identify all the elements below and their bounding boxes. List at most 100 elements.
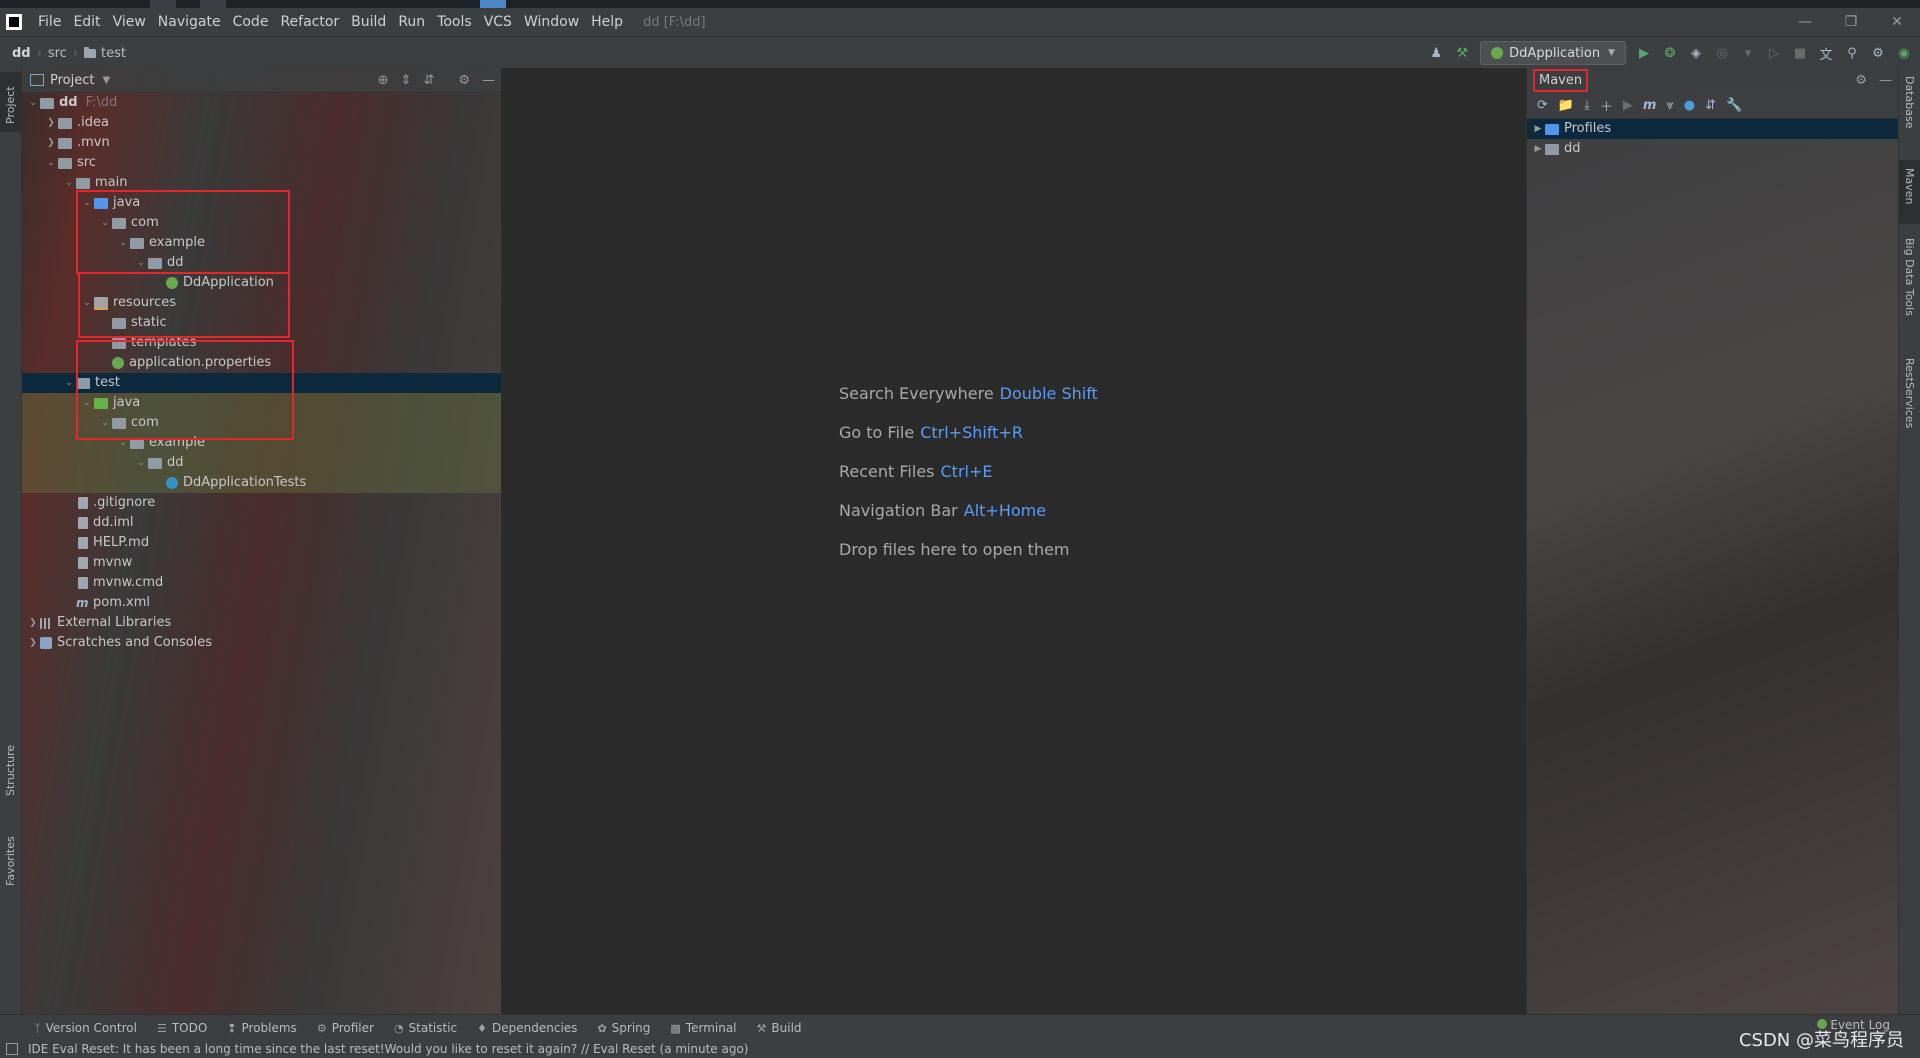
- chevron-down-icon[interactable]: ⌄: [98, 413, 112, 433]
- chevron-down-icon[interactable]: ⌄: [26, 93, 40, 113]
- intellij-logo-icon[interactable]: [6, 14, 22, 30]
- chevron-down-icon[interactable]: ⌄: [80, 193, 94, 213]
- coverage-icon[interactable]: ◈: [1688, 45, 1704, 61]
- tree-row[interactable]: ❯application.properties: [22, 353, 501, 373]
- tree-row[interactable]: ❯ .idea: [22, 113, 501, 133]
- chevron-down-icon[interactable]: ⌄: [80, 293, 94, 313]
- restore-icon[interactable]: ❐: [1828, 8, 1874, 36]
- tree-row[interactable]: ⌄ dd F:\dd: [22, 93, 501, 113]
- hide-icon[interactable]: —: [482, 73, 495, 88]
- tree-row[interactable]: ❯templates: [22, 333, 501, 353]
- menu-code[interactable]: Code: [227, 8, 275, 36]
- tree-row[interactable]: ⌄ resources: [22, 293, 501, 313]
- tree-row[interactable]: ❯mvnw: [22, 553, 501, 573]
- chevron-down-icon[interactable]: ⌄: [80, 393, 94, 413]
- chevron-down-icon[interactable]: ⌄: [134, 453, 148, 473]
- search-icon[interactable]: ⚲: [1844, 45, 1860, 61]
- chevron-down-icon[interactable]: ⌄: [116, 433, 130, 453]
- tab-problems[interactable]: ❢ Problems: [227, 1021, 297, 1035]
- collapse-all-icon[interactable]: ⇵: [423, 73, 434, 88]
- run-configuration-select[interactable]: DdApplication ▼: [1480, 41, 1626, 65]
- chevron-down-icon[interactable]: ⌄: [98, 213, 112, 233]
- tree-row[interactable]: ❯static: [22, 313, 501, 333]
- chevron-right-icon[interactable]: ▶: [1531, 119, 1545, 139]
- menu-edit[interactable]: Edit: [67, 8, 106, 36]
- build-hammer-icon[interactable]: ⚒: [1454, 45, 1470, 61]
- big-data-tools-label[interactable]: Big Data Tools: [1903, 238, 1916, 316]
- stop-icon[interactable]: ■: [1792, 45, 1808, 61]
- tree-row[interactable]: ⌄ example: [22, 433, 501, 453]
- menu-vcs[interactable]: VCS: [478, 8, 518, 36]
- debug-icon[interactable]: ❂: [1662, 45, 1678, 61]
- status-toggle-icon[interactable]: [6, 1043, 18, 1055]
- reload-icon[interactable]: ⟳: [1537, 98, 1548, 113]
- tree-row[interactable]: ❯.gitignore: [22, 493, 501, 513]
- chevron-right-icon[interactable]: ❯: [26, 633, 40, 653]
- menu-tools[interactable]: Tools: [431, 8, 478, 36]
- maven-tree-item[interactable]: ▶ dd: [1527, 139, 1900, 159]
- chevron-right-icon[interactable]: ❯: [44, 133, 58, 153]
- project-view-selector[interactable]: Project ▼: [30, 73, 110, 88]
- download-icon[interactable]: ⤓: [1584, 98, 1590, 113]
- chevron-right-icon[interactable]: ▶: [1531, 139, 1545, 159]
- settings-gear-icon[interactable]: ⚙: [1870, 45, 1886, 61]
- tab-spring[interactable]: ✿ Spring: [597, 1021, 650, 1035]
- tree-row[interactable]: ⌄ example: [22, 233, 501, 253]
- resume-icon[interactable]: ▷: [1766, 45, 1782, 61]
- maven-goal-icon[interactable]: m: [1643, 98, 1657, 113]
- tree-row[interactable]: ❯ External Libraries: [22, 613, 501, 633]
- tab-statistic[interactable]: ◔ Statistic: [394, 1021, 457, 1035]
- editor-area[interactable]: Search Everywhere Double Shift Go to File…: [502, 68, 1526, 1014]
- menu-view[interactable]: View: [107, 8, 152, 36]
- tab-todo[interactable]: ☰ TODO: [157, 1021, 207, 1035]
- tree-row[interactable]: ❯ .mvn: [22, 133, 501, 153]
- tree-row[interactable]: ❯mvnw.cmd: [22, 573, 501, 593]
- tab-build[interactable]: ⚒ Build: [757, 1021, 802, 1035]
- menu-file[interactable]: File: [32, 8, 67, 36]
- tree-row[interactable]: ❯ Scratches and Consoles: [22, 633, 501, 653]
- tree-row[interactable]: ⌄ com: [22, 213, 501, 233]
- menu-navigate[interactable]: Navigate: [152, 8, 227, 36]
- tab-profiler[interactable]: ⚙ Profiler: [317, 1021, 374, 1035]
- tree-row[interactable]: ⌄ java: [22, 193, 501, 213]
- project-tool-button[interactable]: Project: [0, 72, 21, 132]
- chevron-right-icon[interactable]: ❯: [26, 613, 40, 633]
- tree-row[interactable]: ⌄ com: [22, 413, 501, 433]
- chevron-down-icon[interactable]: ⌄: [62, 373, 76, 393]
- run-icon[interactable]: ▶: [1636, 45, 1652, 61]
- skip-tests-icon[interactable]: ●: [1684, 98, 1695, 113]
- tree-row[interactable]: ⌄ src: [22, 153, 501, 173]
- tree-row[interactable]: ❯HELP.md: [22, 533, 501, 553]
- maven-tree-item[interactable]: ▶ Profiles: [1527, 119, 1900, 139]
- chevron-down-icon[interactable]: ⌄: [62, 173, 76, 193]
- tree-row[interactable]: ⌄ main: [22, 173, 501, 193]
- wrench-icon[interactable]: 🔧: [1726, 98, 1742, 113]
- rest-services-label[interactable]: RestServices: [1903, 358, 1916, 428]
- gear-icon[interactable]: ⚙: [1855, 73, 1867, 88]
- menu-refactor[interactable]: Refactor: [274, 8, 345, 36]
- tree-row[interactable]: ❯DdApplication: [22, 273, 501, 293]
- taskbar-tab[interactable]: [200, 0, 226, 8]
- gear-icon[interactable]: ⚙: [458, 73, 470, 88]
- tab-terminal[interactable]: ▩ Terminal: [670, 1021, 736, 1035]
- tree-row[interactable]: ❯DdApplicationTests: [22, 473, 501, 493]
- hide-icon[interactable]: —: [1879, 73, 1892, 88]
- chevron-down-icon[interactable]: ⌄: [134, 253, 148, 273]
- minimize-icon[interactable]: —: [1782, 8, 1828, 36]
- menu-window[interactable]: Window: [518, 8, 585, 36]
- collapse-all-icon[interactable]: ⇵: [1705, 98, 1716, 113]
- toggle-offline-icon[interactable]: ⩔: [1666, 98, 1673, 113]
- tree-row[interactable]: ⌄ dd: [22, 253, 501, 273]
- breadcrumb-project[interactable]: dd: [12, 46, 31, 61]
- close-icon[interactable]: ✕: [1874, 8, 1920, 36]
- tree-row[interactable]: ⌄ test: [22, 373, 501, 393]
- breadcrumb-src[interactable]: src: [48, 46, 67, 61]
- chevron-down-icon[interactable]: ⌄: [116, 233, 130, 253]
- menu-build[interactable]: Build: [345, 8, 392, 36]
- menu-help[interactable]: Help: [585, 8, 629, 36]
- user-icon[interactable]: ♟: [1428, 45, 1444, 61]
- chevron-right-icon[interactable]: ❯: [44, 113, 58, 133]
- tab-version-control[interactable]: ᛉ Version Control: [34, 1021, 137, 1035]
- add-icon[interactable]: ＋: [1600, 96, 1613, 115]
- locate-icon[interactable]: ⊕: [378, 73, 389, 88]
